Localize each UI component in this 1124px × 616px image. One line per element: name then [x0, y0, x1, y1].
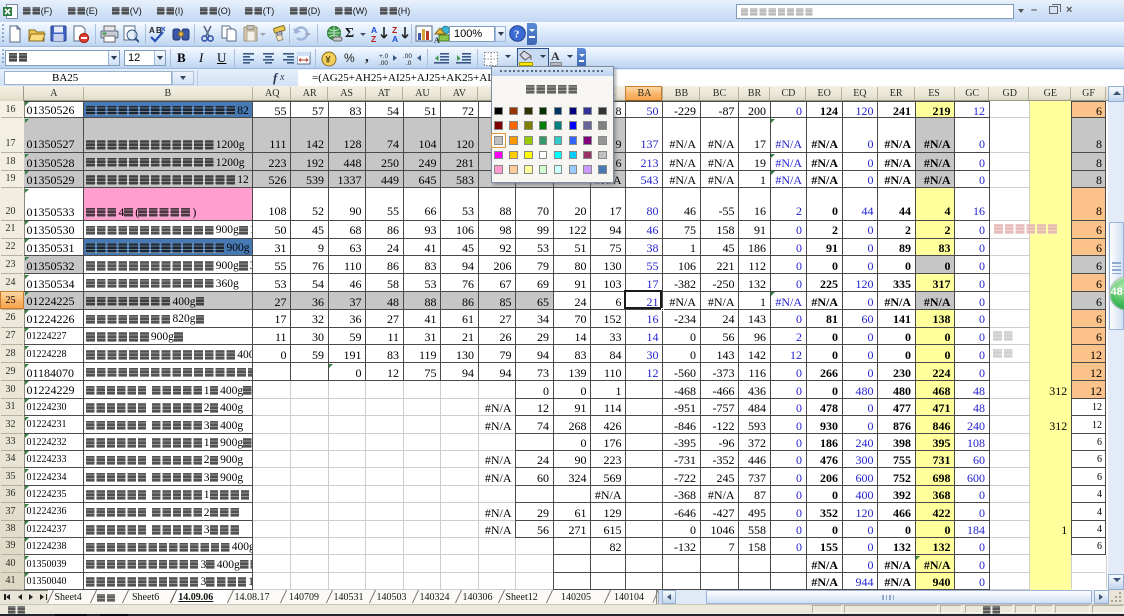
svg-text:A: A [434, 36, 440, 43]
svg-text:A: A [392, 34, 398, 43]
svg-text:A: A [149, 26, 155, 35]
svg-text:+.0: +.0 [379, 53, 389, 60]
svg-text:.00: .00 [379, 60, 388, 65]
svg-text:.00: .00 [403, 53, 412, 60]
svg-text:¥: ¥ [326, 55, 331, 65]
svg-text:Z: Z [371, 34, 376, 43]
svg-text:?: ? [514, 28, 520, 40]
svg-text:.0: .0 [406, 60, 412, 65]
